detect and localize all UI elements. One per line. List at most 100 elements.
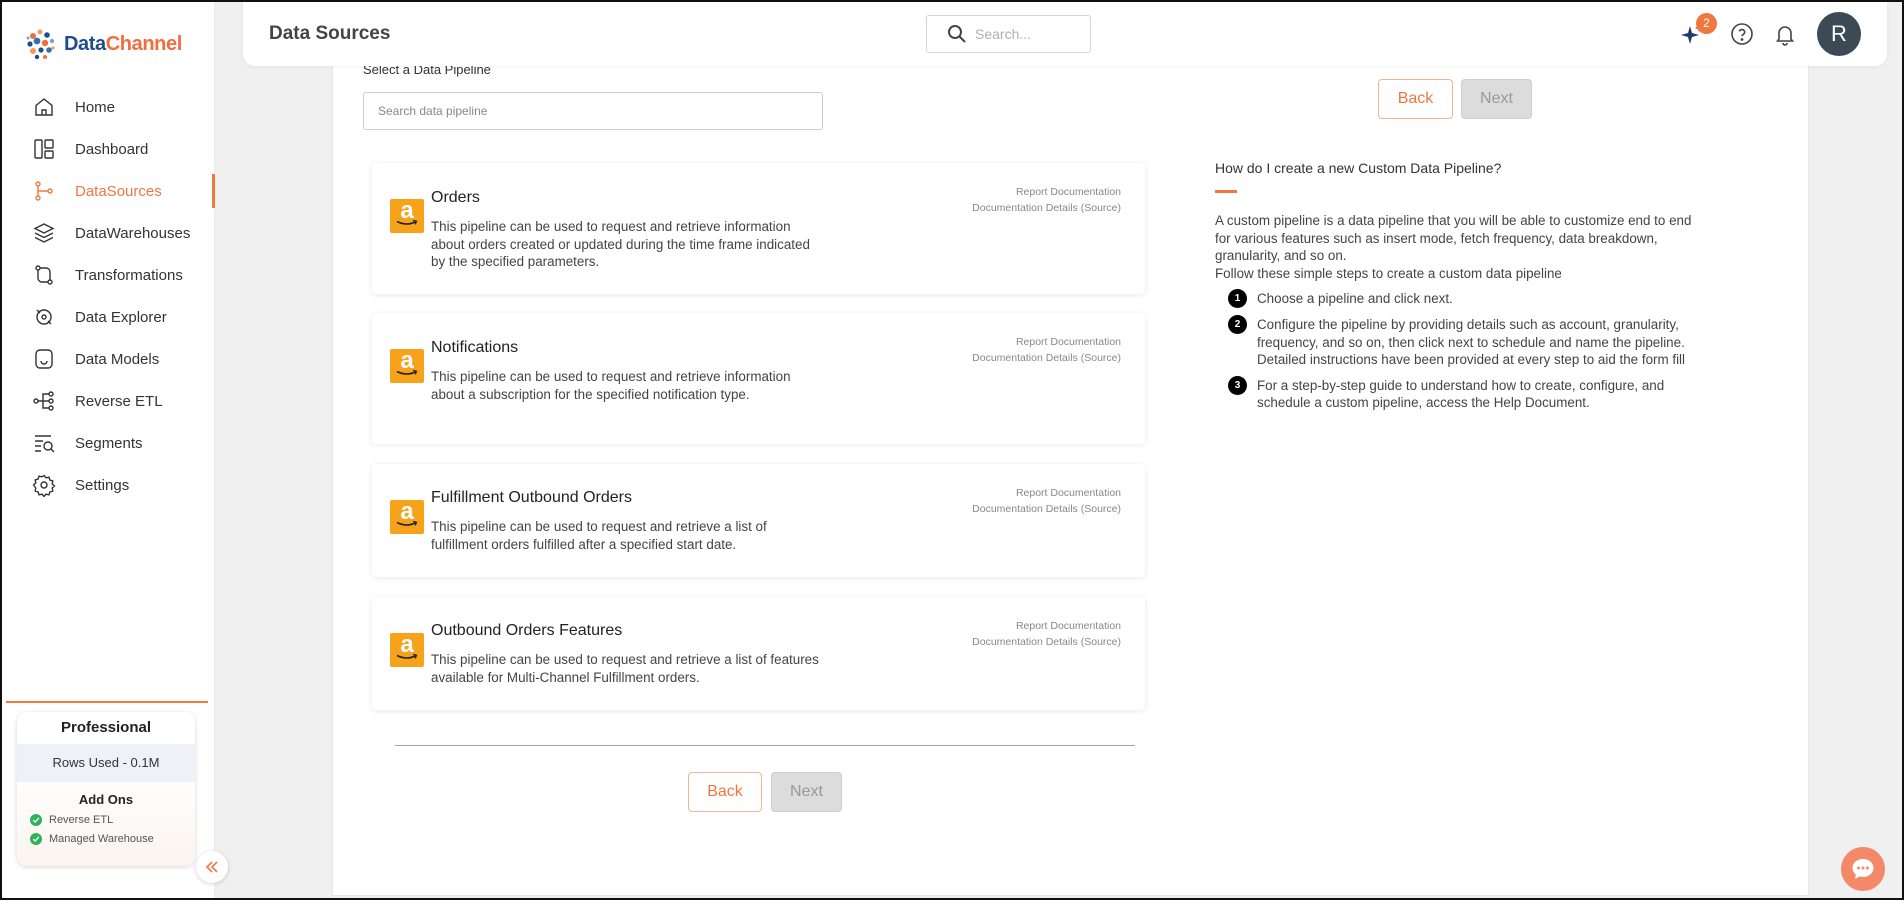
help-circle-icon [1731, 23, 1753, 45]
documentation-details-link[interactable]: Documentation Details (Source) [972, 502, 1121, 518]
sidebar-item-data-explorer[interactable]: Data Explorer [2, 296, 215, 338]
pipeline-card-notifications[interactable]: a Notifications This pipeline can be use… [372, 313, 1145, 444]
pipeline-description: This pipeline can be used to request and… [431, 652, 819, 685]
sidebar-item-datawarehouses[interactable]: DataWarehouses [2, 212, 215, 254]
back-button-bottom[interactable]: Back [688, 772, 762, 812]
help-title: How do I create a new Custom Data Pipeli… [1215, 160, 1502, 176]
double-chevron-left-icon [205, 861, 218, 873]
sidebar-item-label: Segments [75, 434, 143, 452]
addon-item: Reverse ETL [17, 814, 195, 826]
check-circle-icon [30, 833, 42, 845]
logo-text-part2: Channel [105, 32, 183, 55]
help-follow-text: Follow these simple steps to create a cu… [1215, 265, 1562, 281]
pipeline-description: This pipeline can be used to request and… [431, 519, 767, 552]
sidebar-item-label: Data Explorer [75, 308, 167, 326]
sidebar-item-transformations[interactable]: Transformations [2, 254, 215, 296]
report-documentation-link[interactable]: Report Documentation [972, 185, 1121, 201]
sidebar-item-label: Reverse ETL [75, 392, 163, 410]
amazon-logo-icon: a [390, 633, 424, 667]
pipeline-search-input[interactable] [363, 92, 823, 130]
sidebar-item-dashboard[interactable]: Dashboard [2, 128, 215, 170]
sidebar-item-label: Data Models [75, 350, 160, 368]
pipeline-card-fulfillment-outbound-orders[interactable]: a Fulfillment Outbound Orders This pipel… [372, 464, 1145, 577]
amazon-logo-icon: a [390, 199, 424, 233]
pipeline-links: Report Documentation Documentation Detai… [972, 185, 1121, 216]
segments-icon [35, 435, 55, 453]
global-search[interactable] [926, 15, 1091, 53]
help-intro-text: A custom pipeline is a data pipeline tha… [1215, 213, 1692, 263]
check-circle-icon [30, 814, 42, 826]
sidebar-item-home[interactable]: Home [2, 86, 215, 128]
amazon-logo-icon: a [390, 349, 424, 383]
help-panel: How do I create a new Custom Data Pipeli… [1215, 160, 1695, 412]
pipeline-links: Report Documentation Documentation Detai… [972, 486, 1121, 517]
sidebar-item-settings[interactable]: Settings [2, 464, 215, 506]
pipeline-title: Outbound Orders Features [431, 622, 623, 639]
documentation-details-link[interactable]: Documentation Details (Source) [972, 351, 1121, 367]
sidebar-item-label: Dashboard [75, 140, 149, 158]
report-documentation-link[interactable]: Report Documentation [972, 486, 1121, 502]
report-documentation-link[interactable]: Report Documentation [972, 335, 1121, 351]
sparkle-badge: 2 [1696, 13, 1717, 34]
sidebar-item-data-models[interactable]: Data Models [2, 338, 215, 380]
collapse-sidebar-button[interactable] [196, 851, 228, 883]
pipeline-description: This pipeline can be used to request and… [431, 369, 791, 402]
logo-text: DataChannel [64, 33, 182, 56]
bell-icon [1775, 26, 1795, 46]
pipeline-links: Report Documentation Documentation Detai… [972, 619, 1121, 650]
help-step: 3 For a step-by-step guide to understand… [1228, 375, 1695, 412]
user-avatar[interactable]: R [1817, 12, 1861, 56]
datachannel-logo-icon [26, 29, 55, 60]
sidebar-item-datasources[interactable]: DataSources [2, 170, 215, 212]
notifications-button[interactable] [1772, 21, 1798, 47]
pipeline-card-outbound-orders-features[interactable]: a Outbound Orders Features This pipeline… [372, 597, 1145, 710]
cards-divider [395, 745, 1135, 746]
pipeline-title: Orders [431, 189, 480, 206]
next-button-bottom[interactable]: Next [771, 772, 842, 812]
report-documentation-link[interactable]: Report Documentation [972, 619, 1121, 635]
plan-divider [6, 701, 208, 703]
sidebar-item-segments[interactable]: Segments [2, 422, 215, 464]
pipeline-description: This pipeline can be used to request and… [431, 219, 810, 269]
data-models-icon [35, 349, 53, 369]
pipeline-title: Fulfillment Outbound Orders [431, 489, 632, 506]
pipeline-title: Notifications [431, 339, 519, 356]
sidebar-item-label: Transformations [75, 266, 183, 284]
home-icon [35, 98, 53, 116]
sidebar: DataChannel Home Dashboard DataSources D… [2, 2, 215, 898]
header: Data Sources 2 R [243, 2, 1887, 66]
step-text: For a step-by-step guide to understand h… [1257, 377, 1665, 411]
addon-label: Reverse ETL [49, 814, 114, 826]
plan-card: Professional Rows Used - 0.1M Add Ons Re… [17, 712, 195, 866]
pipeline-card-orders[interactable]: a Orders This pipeline can be used to re… [372, 163, 1145, 294]
logo[interactable]: DataChannel [24, 24, 182, 64]
next-button-top[interactable]: Next [1461, 79, 1532, 119]
help-intro: A custom pipeline is a data pipeline tha… [1215, 212, 1695, 282]
data-explorer-icon [36, 309, 52, 325]
help-step: 1 Choose a pipeline and click next. [1228, 289, 1695, 308]
chat-support-button[interactable] [1841, 847, 1885, 891]
reverse-etl-icon [33, 391, 54, 411]
documentation-details-link[interactable]: Documentation Details (Source) [972, 635, 1121, 651]
step-number: 3 [1228, 375, 1247, 395]
plan-rows-used: Rows Used - 0.1M [17, 744, 195, 782]
help-accent-bar [1215, 190, 1237, 193]
back-button-top[interactable]: Back [1378, 79, 1453, 119]
search-input[interactable] [975, 26, 1070, 42]
pipeline-links: Report Documentation Documentation Detai… [972, 335, 1121, 366]
help-button[interactable] [1729, 21, 1755, 47]
sidebar-item-label: Home [75, 98, 116, 116]
addon-label: Managed Warehouse [49, 833, 154, 845]
logo-text-part1: Data [64, 32, 106, 55]
sidebar-item-reverse-etl[interactable]: Reverse ETL [2, 380, 215, 422]
amazon-logo-icon: a [390, 500, 424, 534]
datawarehouses-icon [33, 223, 55, 243]
page-title: Data Sources [269, 23, 391, 44]
datasources-icon [35, 181, 53, 201]
sidebar-nav: Home Dashboard DataSources DataWarehouse… [2, 86, 215, 506]
help-step: 2 Configure the pipeline by providing de… [1228, 315, 1695, 369]
documentation-details-link[interactable]: Documentation Details (Source) [972, 201, 1121, 217]
step-text: Configure the pipeline by providing deta… [1257, 317, 1685, 367]
transformations-icon [35, 265, 53, 285]
sidebar-item-label: DataSources [75, 182, 162, 200]
